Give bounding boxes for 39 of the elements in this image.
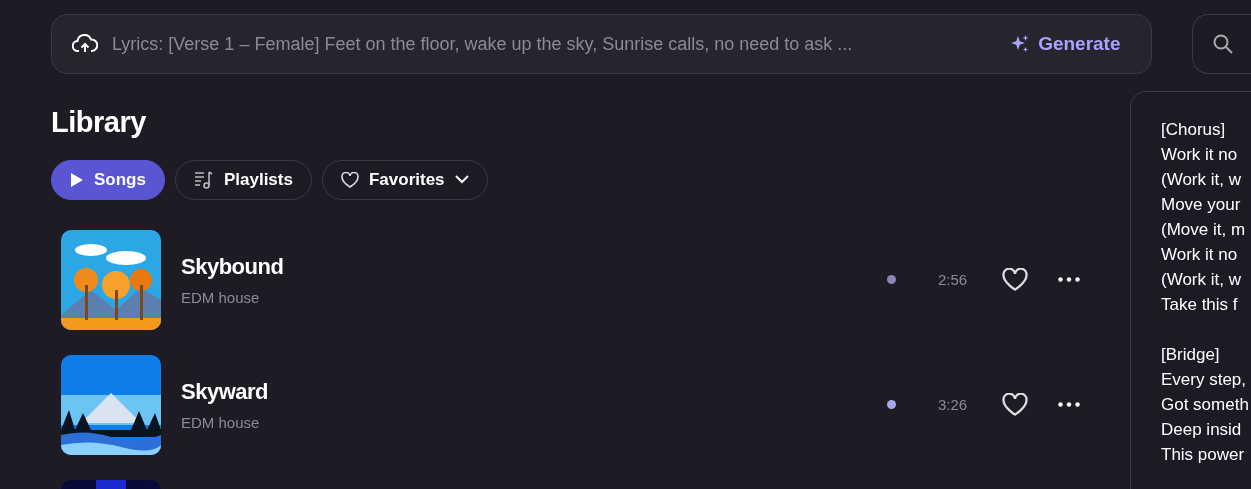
lyrics-line: [Bridge]	[1161, 344, 1221, 366]
search-button[interactable]	[1191, 14, 1251, 74]
playlist-icon	[193, 169, 214, 190]
like-button[interactable]	[1002, 393, 1028, 417]
song-duration: 2:56	[938, 269, 969, 290]
more-button[interactable]	[1058, 277, 1080, 283]
lyrics-line: Got someth	[1161, 394, 1250, 416]
lyrics-line: This power	[1161, 444, 1246, 466]
sparkle-icon	[1010, 34, 1031, 54]
lyrics-line: Move your	[1161, 194, 1242, 216]
more-icon	[1058, 277, 1080, 283]
heart-icon	[340, 171, 359, 188]
lyrics-line: Every step,	[1161, 369, 1248, 391]
lyrics-line: Work it no	[1161, 244, 1239, 266]
song-title: Skybound	[181, 253, 285, 282]
song-duration: 3:26	[938, 394, 969, 415]
chevron-down-icon	[454, 175, 469, 185]
more-icon	[1058, 402, 1080, 408]
heart-icon	[1002, 268, 1028, 292]
lyrics-line: (Move it, m	[1161, 219, 1247, 241]
tab[interactable]: Songs	[51, 159, 165, 200]
lyrics-line: (Work it, w	[1161, 269, 1242, 291]
lyrics-line: Deep insid	[1161, 419, 1243, 441]
lyrics-line: Work it no	[1161, 144, 1239, 166]
lyrics-prompt-field[interactable]: Lyrics: [Verse 1 – Female] Feet on the floor, wake up the sky, Sunrise calls, no need to ask ... Generate	[51, 14, 1152, 74]
cloud-upload-icon	[72, 33, 98, 55]
lyrics-line: Take this f	[1161, 294, 1239, 316]
like-button[interactable]	[1002, 268, 1028, 292]
song-title: Skyward	[181, 378, 269, 407]
heart-icon	[1002, 393, 1028, 417]
more-button[interactable]	[1058, 402, 1080, 408]
library-title: Library	[51, 105, 147, 140]
play-icon	[70, 171, 84, 188]
search-icon	[1212, 34, 1233, 54]
lyrics-line: (Work it, w	[1161, 169, 1242, 191]
generate-button[interactable]: Generate	[1010, 29, 1121, 59]
song-genre: EDM house	[181, 288, 261, 309]
song-genre: EDM house	[181, 413, 261, 434]
lyrics-line: [Chorus]	[1161, 119, 1227, 141]
